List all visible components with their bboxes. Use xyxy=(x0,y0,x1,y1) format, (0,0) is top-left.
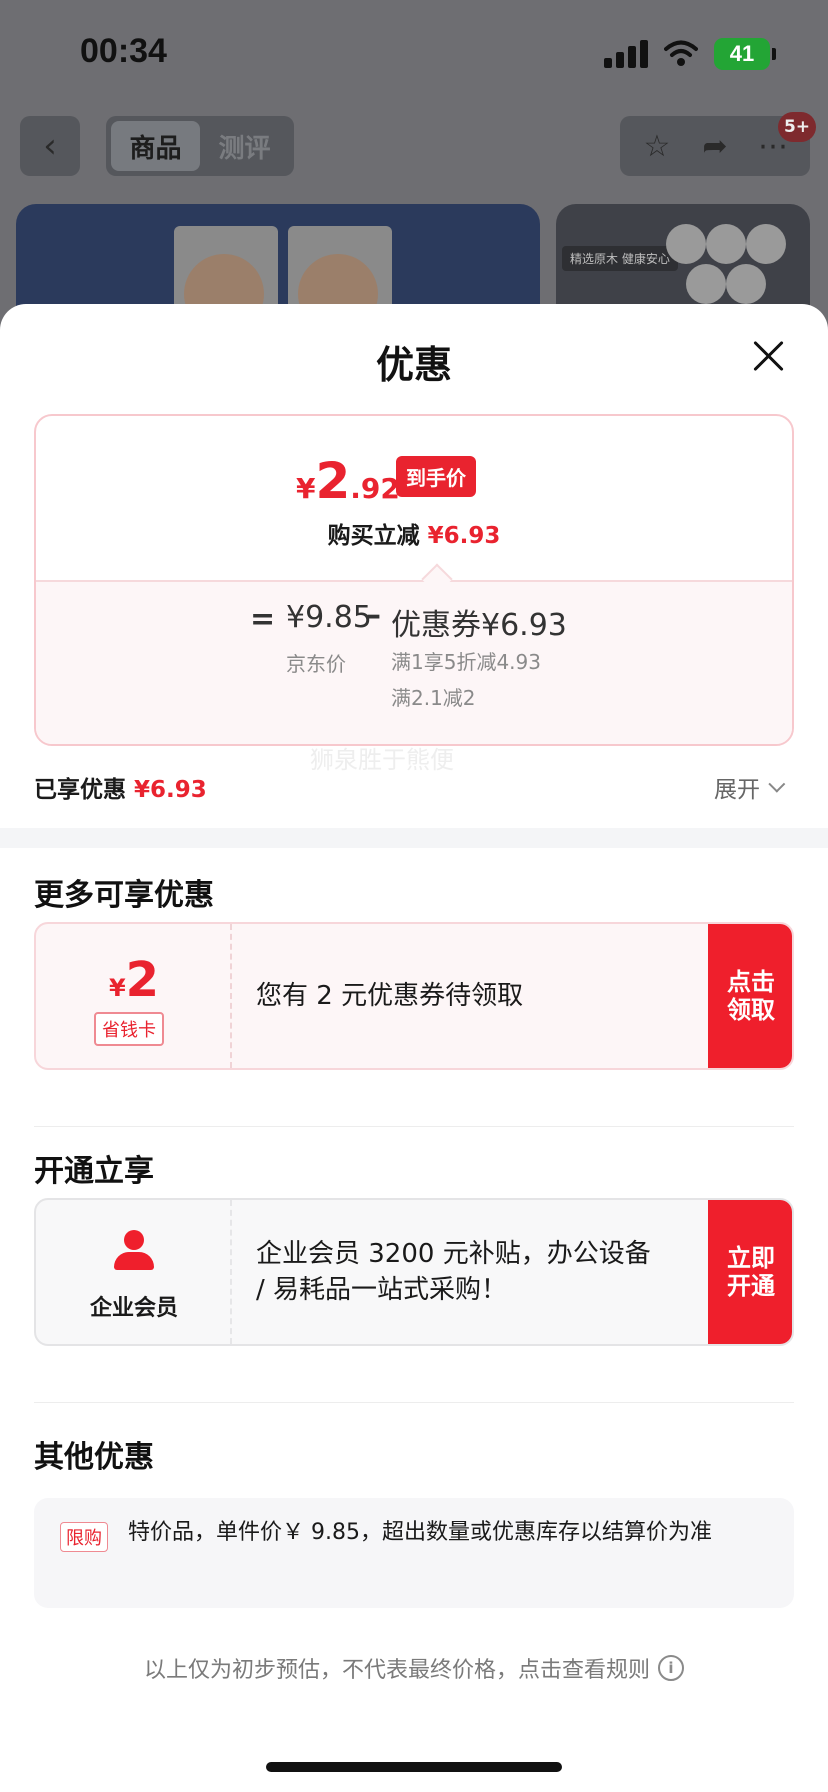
more-discounts-title: 更多可享优惠 xyxy=(34,878,214,913)
membership-description: 企业会员 3200 元补贴，办公设备 / 易耗品一站式采购！ xyxy=(256,1239,651,1305)
divider xyxy=(34,1126,794,1127)
battery-level: 41 xyxy=(729,41,755,66)
jd-price-value: ¥9.85 xyxy=(286,600,372,635)
limit-tag: 限购 xyxy=(60,1522,108,1552)
section-divider xyxy=(0,828,828,848)
divider xyxy=(34,1402,794,1403)
status-time: 00:34 xyxy=(80,32,167,70)
final-price-tag: 到手价 xyxy=(396,456,476,497)
limit-description: 特价品，单件价￥ 9.85，超出数量或优惠库存以结算价为准 xyxy=(128,1520,712,1545)
final-price: ¥2.92 xyxy=(296,452,400,510)
chevron-down-icon xyxy=(768,775,786,793)
enjoyed-discount: 已享优惠 ¥6.93 xyxy=(34,777,207,803)
discount-sheet: 优惠 ¥2.92 到手价 购买立减 ¥6.93 = ¥9.85 京东价 – 优惠… xyxy=(0,304,828,1792)
wifi-icon xyxy=(664,40,698,66)
membership-section-title: 开通立享 xyxy=(34,1154,154,1189)
coupon-total: 优惠券¥6.93 xyxy=(391,608,567,643)
home-indicator xyxy=(266,1762,562,1772)
star-icon[interactable]: ☆ xyxy=(637,126,677,166)
product-nav-bar: ‹ 商品 测评 ☆ ➦ ⋯ xyxy=(0,110,828,200)
tab-review[interactable]: 测评 xyxy=(200,121,289,171)
rules-footnote[interactable]: 以上仅为初步预估，不代表最终价格，点击查看规则 i xyxy=(0,1652,828,1684)
notification-badge: 5+ xyxy=(778,112,816,142)
member-icon xyxy=(112,1230,156,1272)
back-button[interactable]: ‹ xyxy=(20,116,80,176)
battery-icon: 41 xyxy=(714,38,776,70)
jd-price-label: 京东价 xyxy=(286,652,346,676)
banner-caption: 精选原木 健康安心 xyxy=(562,246,678,271)
saving-card-tag: 省钱卡 xyxy=(94,1012,164,1046)
enterprise-member-card: 企业会员 企业会员 3200 元补贴，办公设备 / 易耗品一站式采购！ 立即开通 xyxy=(34,1198,794,1346)
purchase-limit-notice: 限购 特价品，单件价￥ 9.85，超出数量或优惠库存以结算价为准 xyxy=(34,1498,794,1608)
other-discounts-title: 其他优惠 xyxy=(34,1440,154,1475)
tab-product[interactable]: 商品 xyxy=(111,121,200,171)
chevron-left-icon: ‹ xyxy=(43,126,57,166)
coupon-description: 您有 2 元优惠券待领取 xyxy=(256,981,524,1011)
coupon-rule: 满1享5折减4.93 xyxy=(391,650,541,674)
equals-sign: = xyxy=(250,602,276,637)
sheet-title: 优惠 xyxy=(375,343,452,387)
price-breakdown-card: ¥2.92 到手价 购买立减 ¥6.93 = ¥9.85 京东价 – 优惠券¥6… xyxy=(34,414,794,746)
info-icon: i xyxy=(658,1655,684,1681)
claim-coupon-button[interactable]: 点击领取 xyxy=(708,924,792,1068)
minus-sign: – xyxy=(366,598,381,633)
tab-switcher: 商品 测评 xyxy=(106,116,294,176)
coupon-amount: ¥2 xyxy=(108,952,160,1008)
watermark: 狮泉胜于熊便 xyxy=(310,746,454,774)
status-bar: 00:34 41 xyxy=(0,0,828,110)
expand-button[interactable]: 展开 xyxy=(714,770,786,804)
member-label: 企业会员 xyxy=(89,1296,178,1321)
instant-discount: 购买立减 ¥6.93 xyxy=(327,523,501,549)
coupon-rule: 满2.1减2 xyxy=(391,686,476,710)
close-icon[interactable] xyxy=(752,340,784,372)
activate-membership-button[interactable]: 立即开通 xyxy=(708,1200,792,1344)
share-icon[interactable]: ➦ xyxy=(695,126,735,166)
saving-card-coupon: ¥2 省钱卡 您有 2 元优惠券待领取 点击领取 xyxy=(34,922,794,1070)
cellular-signal-icon xyxy=(604,40,648,68)
